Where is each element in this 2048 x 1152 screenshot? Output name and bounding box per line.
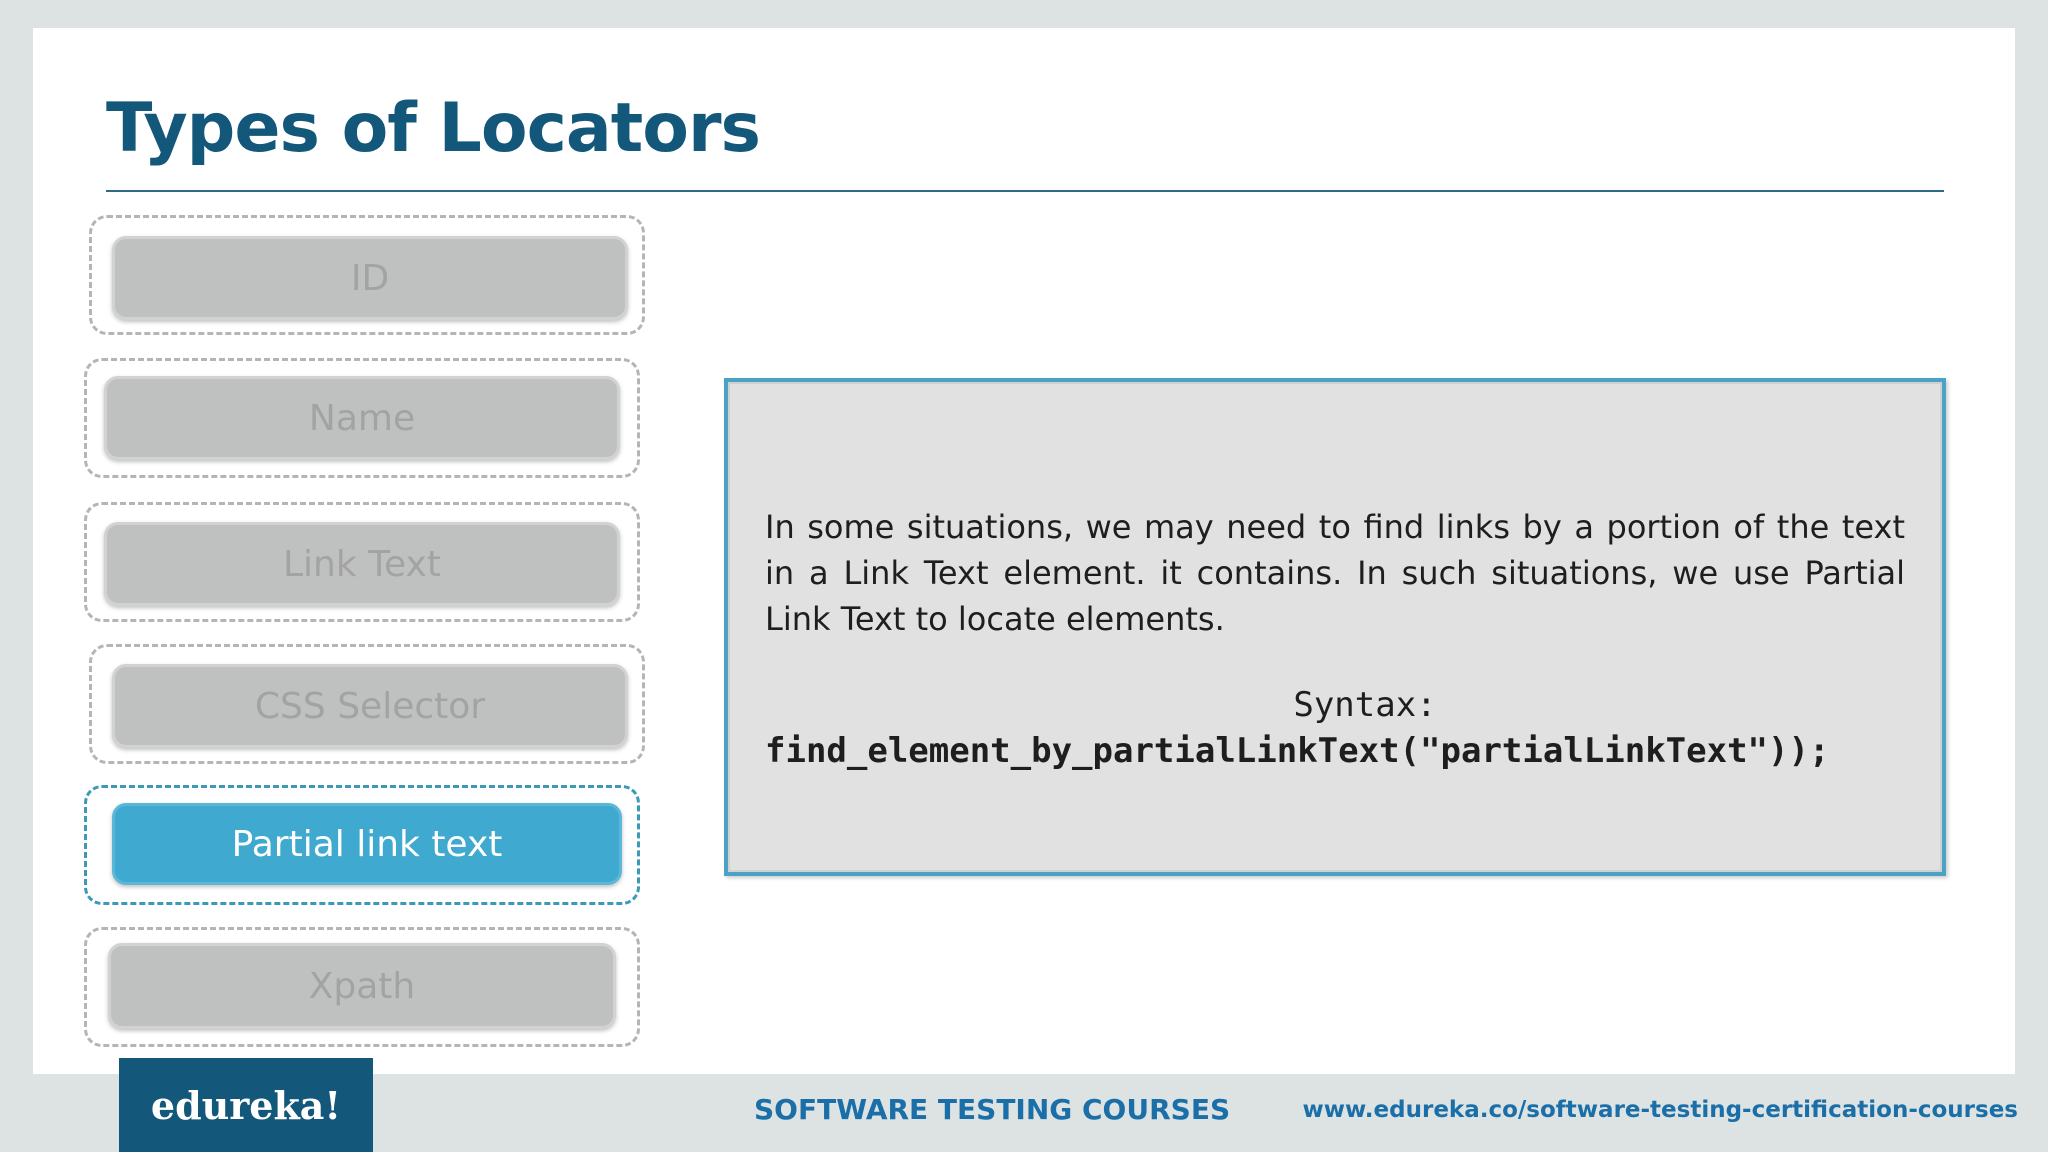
syntax-code: find_element_by_partialLinkText("partial… bbox=[765, 731, 1830, 771]
locator-button-css-selector[interactable]: CSS Selector bbox=[112, 664, 628, 748]
locator-button-xpath[interactable]: Xpath bbox=[108, 943, 616, 1029]
footer-course-title: SOFTWARE TESTING COURSES bbox=[754, 1093, 1231, 1126]
edureka-logo: edureka! bbox=[119, 1058, 373, 1152]
title-divider bbox=[106, 190, 1944, 192]
slide-title: Types of Locators bbox=[106, 89, 761, 168]
description-text: In some situations, we may need to find … bbox=[765, 508, 1905, 638]
locator-button-id[interactable]: ID bbox=[112, 236, 628, 320]
syntax-label: Syntax: bbox=[1293, 685, 1437, 725]
locator-button-partial-link-text[interactable]: Partial link text bbox=[112, 803, 622, 885]
locator-button-name[interactable]: Name bbox=[104, 376, 620, 460]
locator-button-link-text[interactable]: Link Text bbox=[104, 522, 620, 606]
description-panel: In some situations, we may need to find … bbox=[724, 378, 1946, 876]
footer-url[interactable]: www.edureka.co/software-testing-certific… bbox=[1303, 1097, 2018, 1123]
